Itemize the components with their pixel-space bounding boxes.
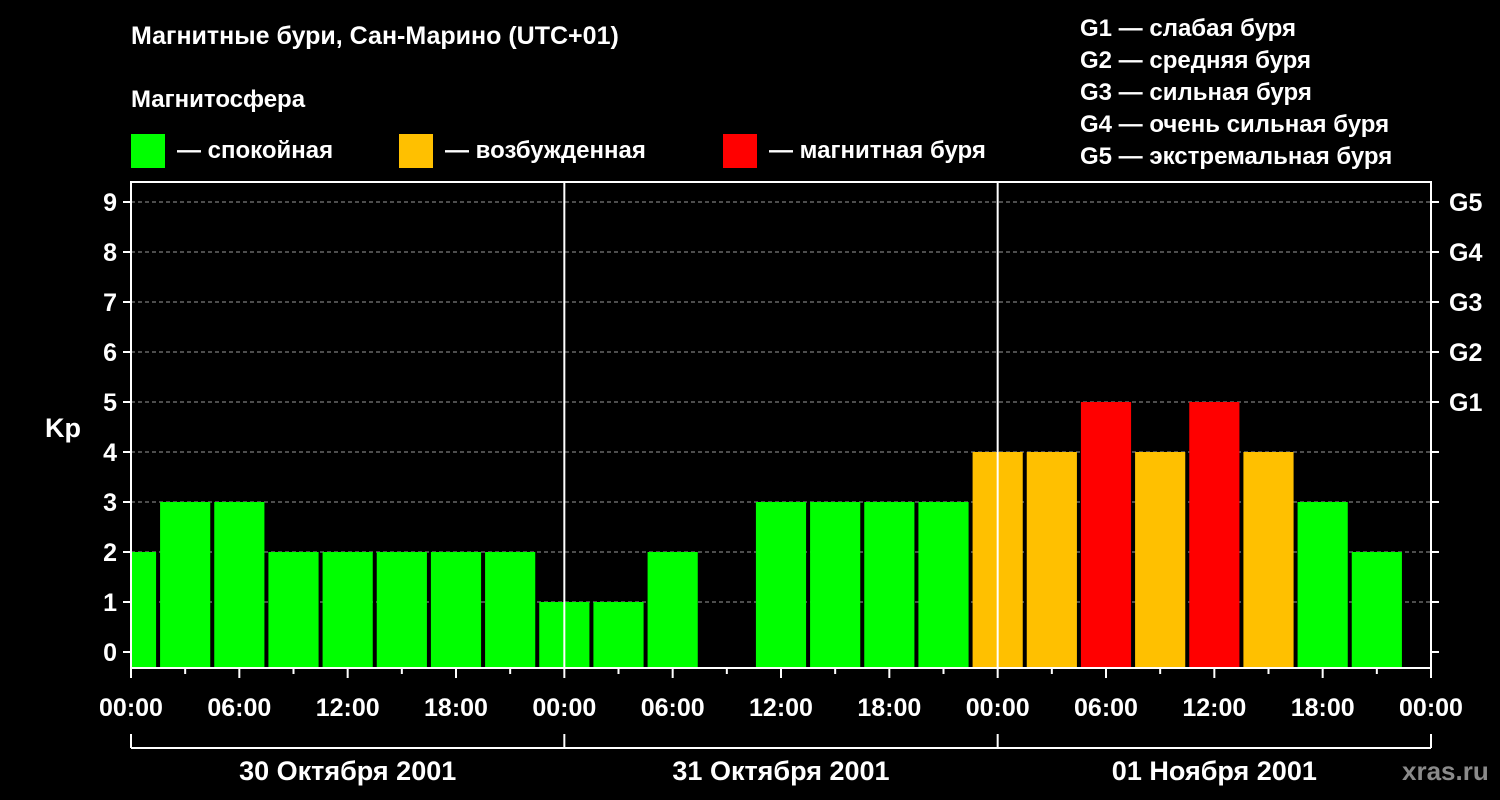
y-tick-label: 8 — [103, 239, 117, 267]
kp-bar — [1243, 452, 1294, 668]
kp-bar — [647, 552, 698, 668]
x-tick-label: 06:00 — [1074, 694, 1138, 722]
x-tick-label: 12:00 — [316, 694, 380, 722]
y-tick-label: 1 — [103, 589, 117, 617]
kp-bar — [52, 502, 102, 668]
g-scale-label: G2 — [1449, 339, 1482, 367]
watermark: xras.ru — [1402, 756, 1489, 786]
kp-bar — [214, 502, 265, 668]
kp-bar — [1351, 552, 1402, 668]
x-tick-label: 00:00 — [532, 694, 596, 722]
kp-chart: 0 1 2 3 4 5 6 7 8 9 G1 G2 G3 G4 G5 Kp 00:00 06:00 12:00 18:… — [45, 181, 1482, 786]
y-tick-label: 4 — [103, 439, 117, 467]
kp-bar — [864, 502, 915, 668]
kp-bar — [1189, 402, 1240, 668]
kp-bar — [810, 502, 861, 668]
day-label: 31 Октября 2001 — [672, 756, 889, 786]
kp-bar — [376, 552, 427, 668]
day-label: 01 Ноября 2001 — [1112, 756, 1317, 786]
x-tick-label: 12:00 — [749, 694, 813, 722]
kp-bar — [322, 552, 373, 668]
y-tick-label: 3 — [103, 489, 117, 517]
kp-bar — [430, 552, 482, 668]
g-scale-label: G1 — [1449, 389, 1482, 417]
kp-bar — [918, 502, 969, 668]
kp-bar — [1026, 452, 1077, 668]
kp-bar — [160, 502, 211, 668]
bars-group — [52, 402, 1402, 668]
kp-bar — [593, 602, 644, 668]
x-tick-label: 06:00 — [207, 694, 271, 722]
y-tick-label: 7 — [103, 289, 117, 317]
x-tick-label: 18:00 — [424, 694, 488, 722]
g-scale-label: G5 — [1449, 189, 1482, 217]
g-scale-label: G3 — [1449, 289, 1482, 317]
kp-bar — [1297, 502, 1348, 668]
g-scale-label: G4 — [1449, 239, 1482, 267]
x-tick-label: 00:00 — [966, 694, 1030, 722]
x-tick-label: 18:00 — [1291, 694, 1355, 722]
kp-bar — [755, 502, 807, 668]
y-tick-label: 5 — [103, 389, 117, 417]
kp-bar — [1135, 452, 1186, 668]
x-tick-label: 00:00 — [1399, 694, 1463, 722]
x-tick-label: 00:00 — [99, 694, 163, 722]
y-tick-label: 6 — [103, 339, 117, 367]
kp-bar — [1080, 402, 1132, 668]
kp-bar — [268, 552, 319, 668]
y-tick-label: 2 — [103, 539, 117, 567]
x-tick-label: 18:00 — [857, 694, 921, 722]
x-tick-label: 12:00 — [1182, 694, 1246, 722]
day-label: 30 Октября 2001 — [239, 756, 456, 786]
y-axis-label: Kp — [45, 413, 81, 443]
kp-bar — [485, 552, 536, 668]
x-tick-label: 06:00 — [641, 694, 705, 722]
y-tick-label: 0 — [103, 639, 117, 667]
y-tick-label: 9 — [103, 189, 117, 217]
